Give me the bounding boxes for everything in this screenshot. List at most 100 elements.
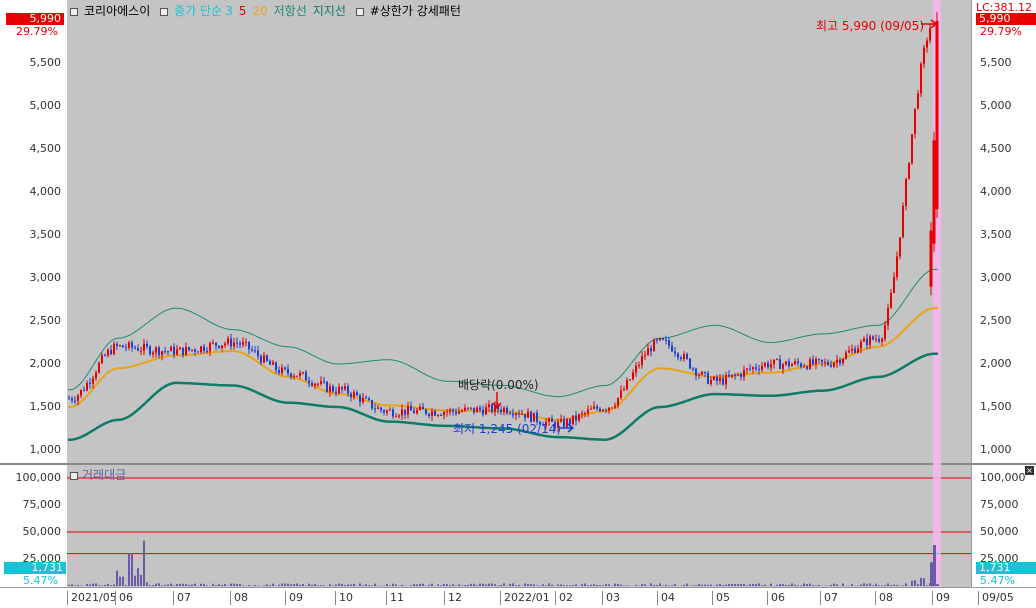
close-icon[interactable]: × [1025, 466, 1034, 475]
candle-body [329, 386, 331, 392]
volume-bar [233, 584, 235, 586]
volume-bar [683, 585, 685, 586]
candle-body [425, 409, 427, 414]
candle-body [728, 375, 730, 377]
time-axis-label: 06 [767, 591, 785, 605]
candle-body [506, 408, 508, 413]
candle-body [614, 406, 616, 408]
volume-bar [815, 585, 817, 586]
volume-bar [575, 584, 577, 586]
volume-bar [818, 585, 820, 586]
volume-bar [353, 584, 355, 586]
volume-bar [512, 583, 514, 586]
legend-toggle-icon[interactable] [356, 8, 364, 16]
ma-period-5: 5 [239, 4, 247, 18]
candle-body [872, 336, 874, 339]
volume-bar [158, 583, 160, 586]
volume-bar [281, 584, 283, 586]
volume-bar [488, 584, 490, 586]
volume-bar [215, 585, 217, 586]
volume-bar [230, 584, 232, 586]
volume-bar [74, 585, 76, 586]
candle-body [464, 408, 466, 411]
volume-bar [206, 585, 208, 586]
volume-bar [350, 584, 352, 586]
candle-body [764, 363, 766, 366]
candle-body [752, 367, 754, 369]
volume-bar [188, 585, 190, 586]
candle-body [140, 351, 142, 352]
volume-bar [887, 583, 889, 586]
candle-body [761, 366, 763, 370]
candle-body [500, 410, 502, 412]
volume-bar [779, 584, 781, 586]
low-annotation: 최저 1,245 (02/14) [453, 420, 561, 437]
candle-body [221, 345, 223, 348]
candle-body [671, 346, 673, 352]
volume-bar [503, 583, 505, 586]
candle-body [281, 367, 283, 373]
candle-body [95, 373, 97, 379]
volume-bar [104, 585, 106, 586]
candle-body [323, 381, 325, 382]
candle-body [326, 382, 328, 392]
candle-body [818, 359, 820, 360]
candle-body [842, 359, 844, 363]
volume-bar [869, 583, 871, 586]
volume-bar [933, 545, 936, 586]
legend-toggle-icon[interactable] [70, 8, 78, 16]
volume-bar [386, 584, 388, 586]
candle-body [884, 325, 886, 338]
candle-body [317, 384, 319, 385]
legend-toggle-icon[interactable] [160, 8, 168, 16]
volume-bar [164, 585, 166, 586]
volume-bar [740, 584, 742, 586]
volume-bar [278, 585, 280, 586]
volume-legend-toggle-icon[interactable] [70, 472, 78, 480]
candle-body [161, 351, 163, 355]
volume-bar [302, 584, 304, 586]
volume-bar [905, 583, 907, 586]
volume-bar [557, 584, 559, 586]
volume-bar [812, 585, 814, 586]
candle-body [404, 410, 406, 415]
candle-body [933, 140, 936, 243]
candle-body [800, 364, 802, 367]
volume-bar [797, 585, 799, 586]
volume-bar [113, 585, 115, 586]
volume-bar [317, 585, 319, 586]
pattern-label: #상한가 강세패턴 [370, 4, 461, 18]
candle-body [773, 360, 775, 365]
candle-body [704, 372, 706, 373]
volume-bar [785, 585, 787, 586]
candle-body [68, 398, 70, 399]
volume-bar [92, 584, 94, 586]
volume-bar [470, 584, 472, 586]
candle-body [815, 359, 817, 364]
candle-body [734, 375, 736, 376]
volume-bar [341, 584, 343, 586]
ma-period-3: 3 [225, 4, 233, 18]
dividend-arrow-icon [493, 392, 501, 408]
volume-bar [476, 585, 478, 586]
volume-bar [878, 585, 880, 586]
candle-body [83, 390, 85, 391]
volume-bar [254, 585, 256, 586]
volume-bar [446, 584, 448, 586]
volume-bar [146, 582, 148, 586]
candle-body [605, 410, 607, 411]
candle-body [224, 344, 226, 346]
candle-body [758, 369, 760, 370]
stock-name: 코리아에스이 [84, 4, 150, 18]
candle-body [158, 347, 160, 355]
volume-bar [719, 584, 721, 586]
volume-bar [692, 585, 694, 586]
candle-body [683, 354, 685, 359]
candle-body [854, 349, 856, 353]
volume-bar [155, 584, 157, 586]
volume-bar [182, 584, 184, 586]
candle-body [782, 364, 784, 369]
volume-bar [830, 585, 832, 586]
volume-bar [290, 584, 292, 586]
candle-body [407, 406, 409, 415]
